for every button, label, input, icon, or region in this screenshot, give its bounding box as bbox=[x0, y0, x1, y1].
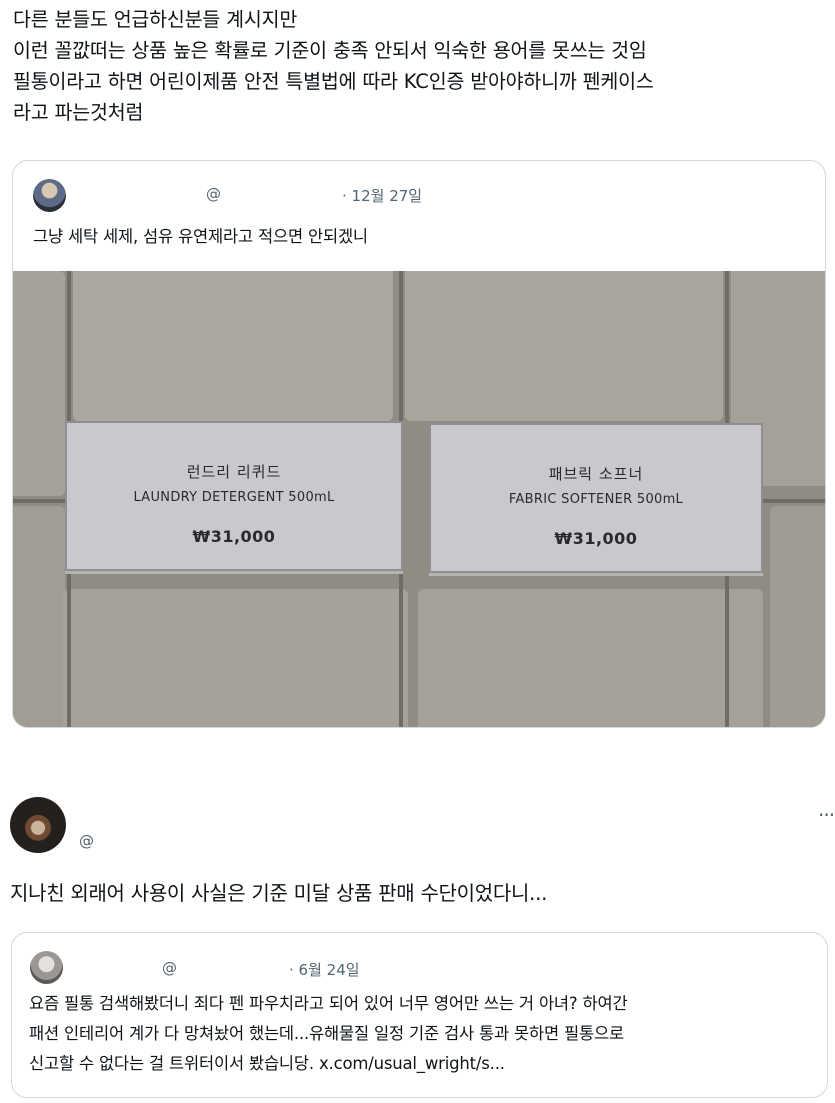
price-sign-fabric-softener: 패브릭 소프너 FABRIC SOFTENER 500mL ₩31,000 bbox=[429, 423, 763, 573]
user-handle[interactable]: @ bbox=[162, 959, 177, 977]
tweet-date[interactable]: · 6월 24일 bbox=[289, 959, 360, 980]
quoted-tweet-card[interactable]: @ · 12월 27일 그냥 세탁 세제, 섬유 유연제라고 적으면 안되겠니 … bbox=[12, 160, 826, 728]
sign-korean-label: 패브릭 소프너 bbox=[548, 465, 644, 483]
user-handle[interactable]: @ bbox=[206, 185, 221, 203]
sign-english-label: LAUNDRY DETERGENT 500mL bbox=[133, 490, 335, 505]
user-handle[interactable]: @ bbox=[79, 832, 94, 850]
sign-korean-label: 런드리 리퀴드 bbox=[186, 463, 282, 481]
sign-price: ₩31,000 bbox=[554, 529, 638, 548]
avatar[interactable] bbox=[33, 179, 66, 212]
tweet-date[interactable]: · 12월 27일 bbox=[342, 185, 422, 206]
avatar[interactable] bbox=[30, 951, 63, 984]
intro-line: 필통이라고 하면 어린이제품 안전 특별법에 따라 KC인증 받아야하니까 펜케… bbox=[13, 70, 654, 93]
tweet-text: 지나친 외래어 사용이 사실은 기준 미달 상품 판매 수단이었다니... bbox=[10, 881, 548, 905]
quoted-tweet-text: 요즘 필통 검색해봤더니 죄다 펜 파우치라고 되어 있어 너무 영어만 쓰는 … bbox=[29, 989, 819, 1079]
intro-line: 다른 분들도 언급하신분들 계시지만 bbox=[13, 8, 298, 31]
avatar[interactable] bbox=[10, 797, 66, 853]
tweet-photo[interactable]: 런드리 리퀴드 LAUNDRY DETERGENT 500mL ₩31,000 … bbox=[13, 271, 825, 727]
intro-line: 이런 꼴깞떠는 상품 높은 확률로 기준이 충족 안되서 익숙한 용어를 못쓰는… bbox=[13, 39, 647, 62]
quoted-tweet-line: 요즘 필통 검색해봤더니 죄다 펜 파우치라고 되어 있어 너무 영어만 쓰는 … bbox=[29, 994, 628, 1013]
quoted-tweet-line: 패션 인테리어 계가 다 망쳐놨어 했는데...유해물질 일정 기준 검사 통과… bbox=[29, 1024, 624, 1043]
quoted-tweet-text: 그냥 세탁 세제, 섬유 유연제라고 적으면 안되겠니 bbox=[33, 227, 368, 246]
price-sign-laundry-detergent: 런드리 리퀴드 LAUNDRY DETERGENT 500mL ₩31,000 bbox=[65, 421, 403, 571]
quoted-tweet-card[interactable]: @ · 6월 24일 요즘 필통 검색해봤더니 죄다 펜 파우치라고 되어 있어… bbox=[11, 932, 828, 1098]
quoted-tweet-header: @ · 12월 27일 bbox=[33, 179, 793, 213]
quoted-tweet-line: 신고할 수 없다는 걸 트위터이서 봤습니당. x.com/usual_wrig… bbox=[29, 1054, 505, 1073]
intro-line: 라고 파는것처럼 bbox=[13, 101, 144, 124]
more-dots-icon[interactable]: ··· bbox=[818, 803, 835, 827]
intro-text: 다른 분들도 언급하신분들 계시지만 이런 꼴깞떠는 상품 높은 확률로 기준이… bbox=[13, 4, 828, 128]
sign-price: ₩31,000 bbox=[192, 527, 276, 546]
sign-english-label: FABRIC SOFTENER 500mL bbox=[508, 492, 684, 507]
